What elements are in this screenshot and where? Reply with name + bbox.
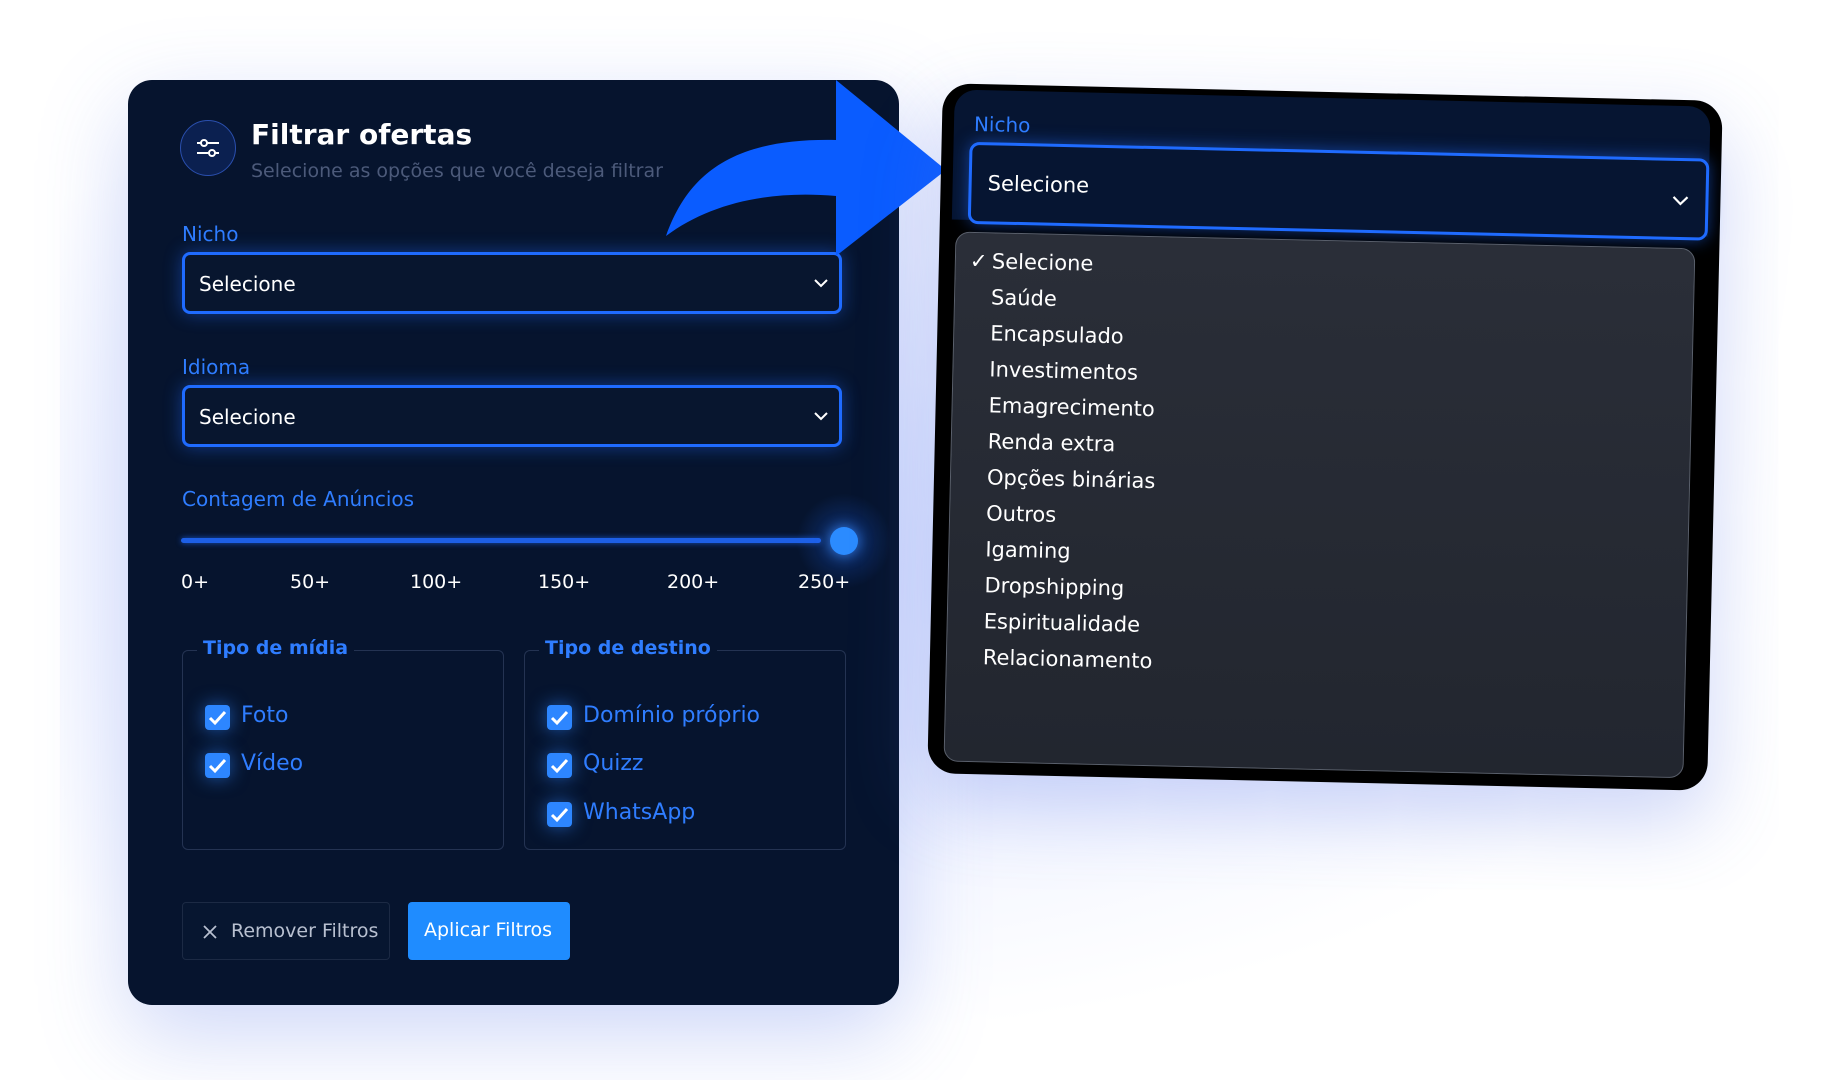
nicho-select-value: Selecione xyxy=(987,171,1090,198)
page-title: Filtrar ofertas xyxy=(251,118,473,151)
curved-arrow-icon xyxy=(666,80,946,256)
option-relacionamento[interactable]: Relacionamento xyxy=(983,645,1153,673)
option-selecione[interactable]: ✓ Selecione xyxy=(970,249,1094,276)
check-icon xyxy=(208,758,227,774)
destination-option-label: WhatsApp xyxy=(583,800,696,825)
apply-filters-label: Aplicar Filtros xyxy=(424,919,553,941)
checkbox-checked[interactable] xyxy=(205,753,230,778)
media-option-label: Foto xyxy=(241,703,289,728)
nicho-label: Nicho xyxy=(182,222,239,246)
idioma-label: Idioma xyxy=(182,355,251,379)
option-investimentos[interactable]: Investimentos xyxy=(989,357,1138,384)
destination-type-legend: Tipo de destino xyxy=(539,637,717,659)
idioma-select-value: Selecione xyxy=(199,405,296,429)
check-icon xyxy=(550,710,569,726)
media-type-group: Tipo de mídia Foto Vídeo xyxy=(182,637,504,850)
page-subtitle: Selecione as opções que você deseja filt… xyxy=(251,160,663,182)
checkmark-icon: ✓ xyxy=(969,248,988,274)
check-icon xyxy=(208,710,227,726)
ads-count-slider-thumb[interactable] xyxy=(830,527,858,555)
option-saude[interactable]: Saúde xyxy=(991,285,1057,310)
option-igaming[interactable]: Igaming xyxy=(985,537,1071,563)
media-option-label: Vídeo xyxy=(241,751,304,776)
close-icon xyxy=(203,925,217,939)
option-label: Selecione xyxy=(991,249,1094,276)
chevron-down-icon xyxy=(814,279,828,288)
checkbox-checked[interactable] xyxy=(547,705,572,730)
media-type-legend: Tipo de mídia xyxy=(197,637,355,659)
checkbox-checked[interactable] xyxy=(205,705,230,730)
remove-filters-button[interactable]: Remover Filtros xyxy=(182,902,390,960)
option-espiritualidade[interactable]: Espiritualidade xyxy=(983,609,1140,637)
remove-filters-label: Remover Filtros xyxy=(231,920,379,942)
option-outros[interactable]: Outros xyxy=(986,501,1057,527)
option-encapsulado[interactable]: Encapsulado xyxy=(990,321,1124,348)
slider-tick: 200+ xyxy=(667,571,720,593)
nicho-options-list: ✓ Selecione Saúde Encapsulado Investiment… xyxy=(943,231,1696,779)
option-renda-extra[interactable]: Renda extra xyxy=(988,429,1116,456)
checkbox-checked[interactable] xyxy=(547,753,572,778)
destination-option-label: Quizz xyxy=(583,751,644,776)
slider-tick: 50+ xyxy=(290,571,331,593)
destination-type-group: Tipo de destino Domínio próprio Quizz Wh… xyxy=(524,637,846,850)
destination-option-label: Domínio próprio xyxy=(583,703,761,728)
option-opcoes-binarias[interactable]: Opções binárias xyxy=(987,465,1156,493)
checkbox-checked[interactable] xyxy=(547,802,572,827)
chevron-down-icon xyxy=(814,412,828,421)
chevron-down-icon xyxy=(1672,196,1689,206)
idioma-select[interactable]: Selecione xyxy=(182,385,842,447)
sliders-icon xyxy=(180,120,236,176)
ads-count-slider-track[interactable] xyxy=(181,538,821,543)
option-emagrecimento[interactable]: Emagrecimento xyxy=(988,393,1155,421)
ads-count-label: Contagem de Anúncios xyxy=(182,487,415,511)
dropdown-header: Nicho Selecione xyxy=(951,89,1711,241)
apply-filters-button[interactable]: Aplicar Filtros xyxy=(408,902,570,960)
nicho-dropdown-zoom: Nicho Selecione ✓ Selecione Saúde Encapsu… xyxy=(927,83,1723,791)
check-icon xyxy=(550,807,569,823)
option-dropshipping[interactable]: Dropshipping xyxy=(984,573,1124,600)
nicho-select-expanded[interactable]: Selecione xyxy=(967,141,1710,241)
nicho-label: Nicho xyxy=(973,111,1031,138)
nicho-select-value: Selecione xyxy=(199,272,296,296)
slider-tick: 0+ xyxy=(181,571,210,593)
slider-tick: 150+ xyxy=(538,571,591,593)
check-icon xyxy=(550,758,569,774)
slider-tick: 100+ xyxy=(410,571,463,593)
slider-tick: 250+ xyxy=(798,571,851,593)
